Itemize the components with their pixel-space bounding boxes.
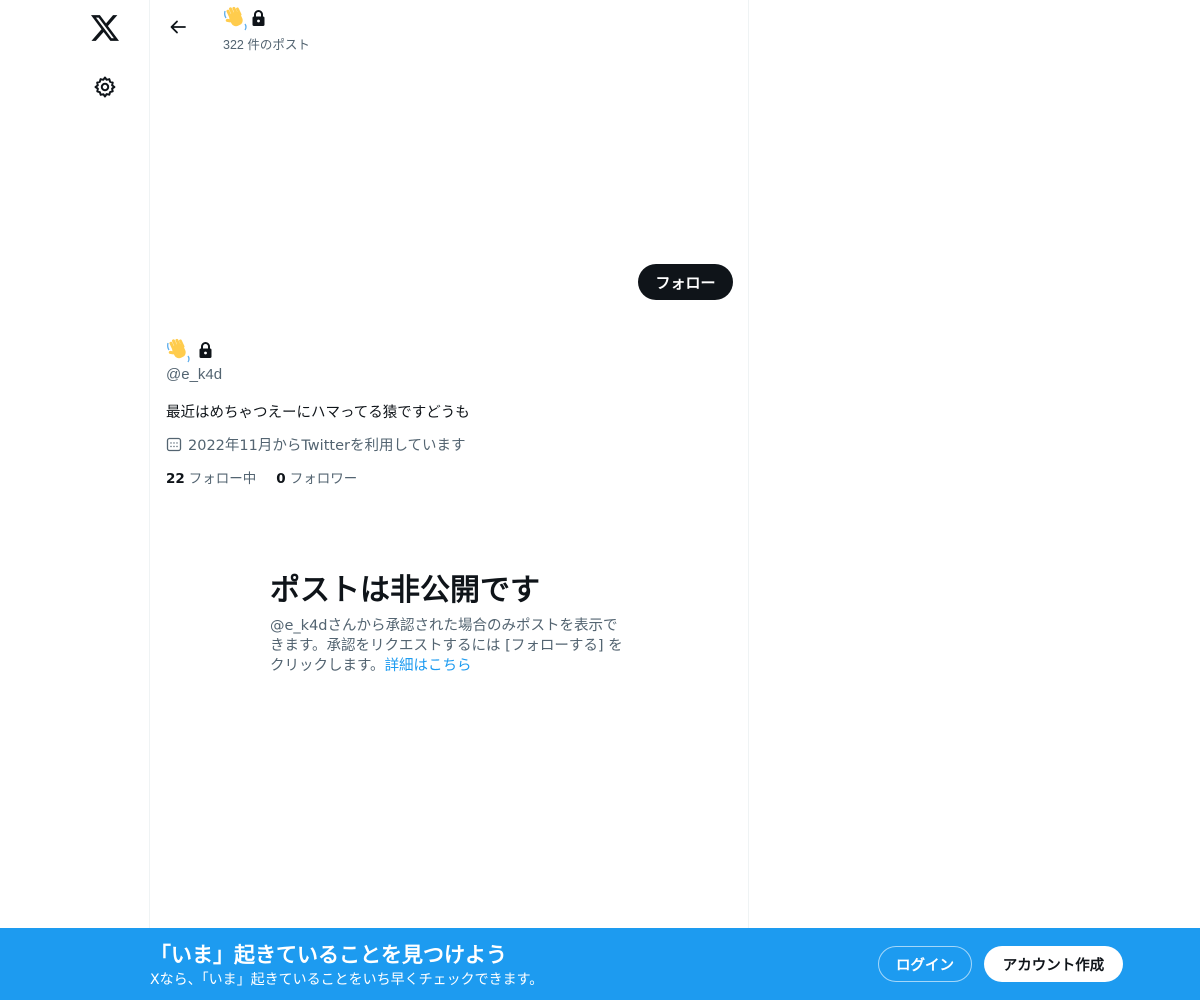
lock-icon (199, 342, 212, 358)
signup-banner: 「いま」起きていることを見つけよう Xなら、「いま」起きていることをいち早くチェ… (0, 928, 1200, 1000)
waving-hand-emoji (167, 338, 190, 363)
profile-header: 322 件のポスト (150, 0, 748, 53)
following-count: 22 (166, 471, 185, 487)
profile-name (166, 337, 213, 363)
private-body: @e_k4dさんから承認された場合のみポストを表示できます。承認をリクエストする… (270, 616, 630, 676)
banner-title: 「いま」起きていることを見つけよう (150, 943, 507, 967)
profile-handle: @e_k4d (166, 366, 223, 383)
joined-text: 2022年11月からTwitterを利用しています (188, 437, 466, 454)
lock-icon (252, 10, 265, 26)
gear-icon[interactable] (81, 63, 129, 111)
following-link[interactable]: 22 フォロー中 (166, 467, 256, 487)
following-label: フォロー中 (188, 471, 257, 487)
profile-bio: 最近はめちゃつえーにハマってる猿ですどうも (166, 405, 470, 421)
private-notice: ポストは非公開です @e_k4dさんから承認された場合のみポストを表示できます。… (270, 570, 630, 676)
followers-link[interactable]: 0 フォロワー (276, 467, 357, 487)
post-count: 322 件のポスト (223, 38, 310, 52)
x-logo-icon[interactable] (81, 4, 129, 52)
login-button[interactable]: ログイン (878, 946, 972, 982)
left-nav (0, 0, 150, 1000)
calendar-icon (166, 437, 182, 452)
followers-count: 0 (276, 471, 286, 487)
followers-label: フォロワー (289, 471, 358, 487)
signup-button[interactable]: アカウント作成 (984, 946, 1123, 982)
banner-subtitle: Xなら、「いま」起きていることをいち早くチェックできます。 (150, 972, 544, 988)
main-column: 322 件のポスト フォロー @e_k4d 最近はめちゃつえーにハマってる猿です… (149, 0, 749, 1000)
follow-button[interactable]: フォロー (638, 264, 733, 300)
learn-more-link[interactable]: 詳細はこちら (385, 658, 472, 674)
waving-hand-emoji (224, 6, 247, 31)
header-name (223, 5, 266, 31)
joined-date: 2022年11月からTwitterを利用しています (166, 434, 466, 454)
follow-stats: 22 フォロー中 0 フォロワー (166, 467, 357, 487)
private-title: ポストは非公開です (270, 573, 540, 608)
arrow-left-icon[interactable] (160, 9, 196, 45)
